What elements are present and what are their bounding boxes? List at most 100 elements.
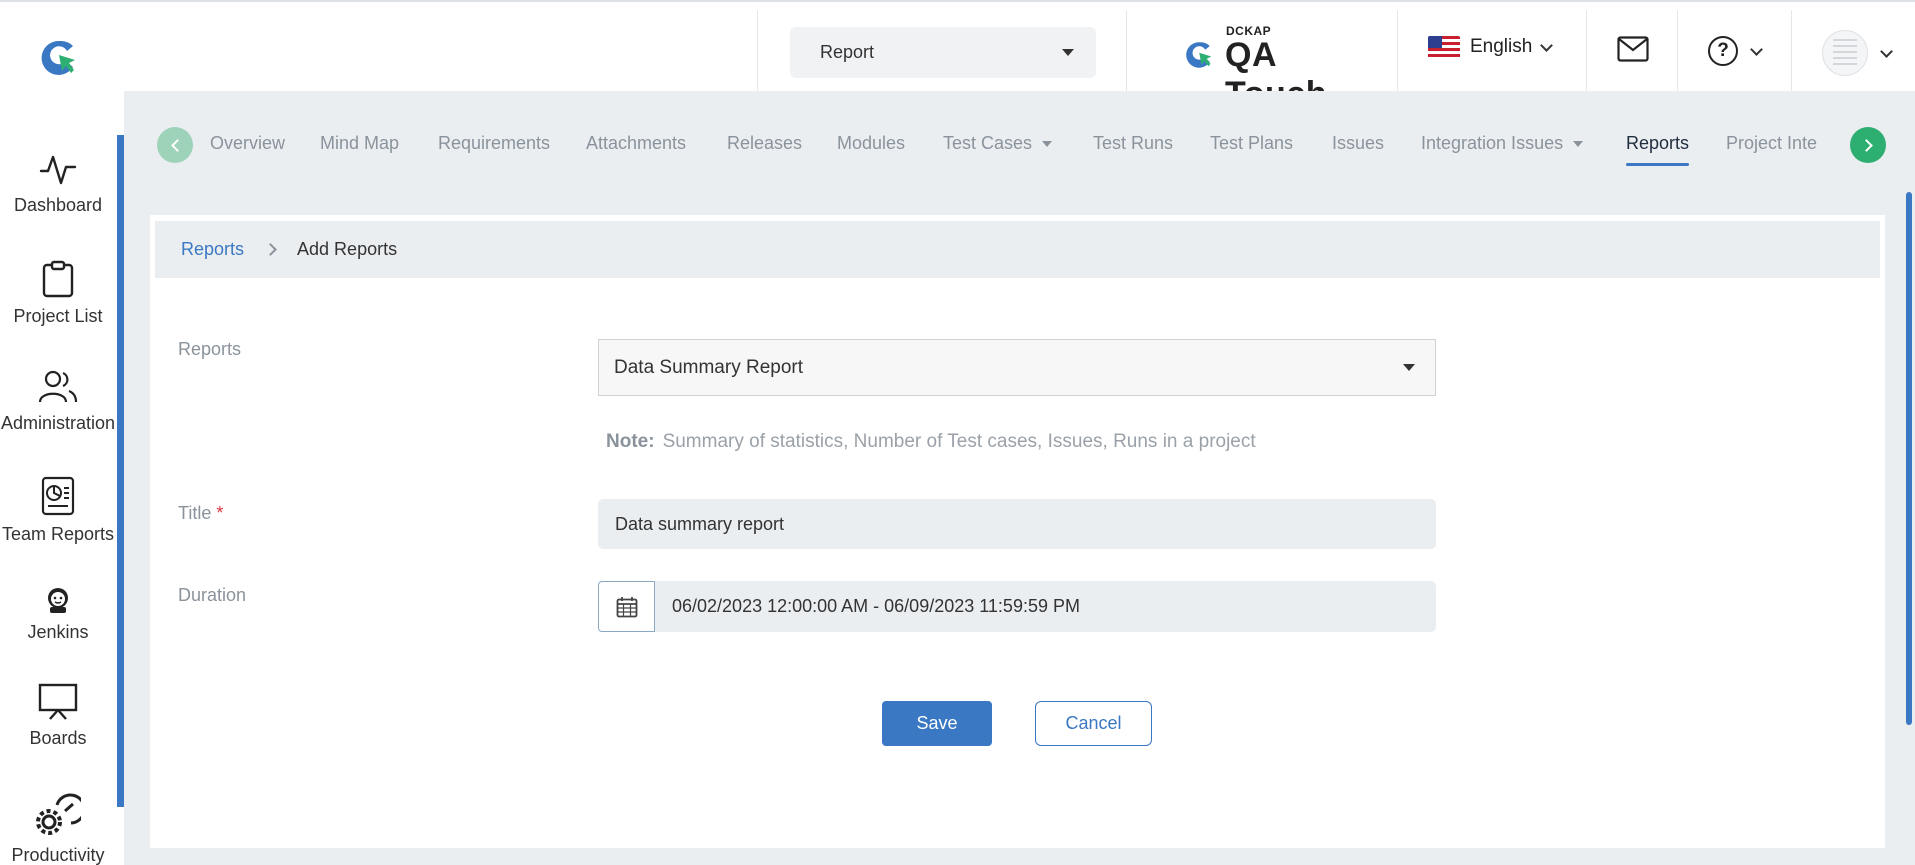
sidebar-item-administration[interactable]: Administration — [0, 369, 116, 434]
jenkins-icon — [48, 588, 68, 613]
caret-down-icon — [1042, 140, 1053, 147]
duration-input[interactable] — [655, 581, 1436, 632]
title-label: Title * — [178, 503, 223, 524]
qatouch-brand-icon — [1186, 42, 1212, 68]
user-menu[interactable] — [1822, 30, 1893, 76]
mail-icon[interactable] — [1617, 36, 1649, 67]
language-selector[interactable]: English — [1428, 36, 1554, 58]
project-tabs: Overview Mind Map Requirements Attachmen… — [124, 121, 1915, 181]
tab-label: Test Runs — [1093, 133, 1174, 153]
tab-integration-issues[interactable]: Integration Issues — [1421, 133, 1584, 154]
tab-label: Test Plans — [1210, 133, 1294, 153]
chevron-right-icon — [264, 243, 277, 256]
tab-test-plans[interactable]: Test Plans — [1210, 133, 1293, 154]
duration-picker — [598, 581, 1436, 632]
save-button[interactable]: Save — [882, 701, 992, 746]
report-type-value: Data Summary Report — [614, 356, 804, 378]
sidebar-item-label: Boards — [29, 728, 87, 748]
calendar-icon — [616, 596, 637, 617]
tab-reports[interactable]: Reports — [1626, 133, 1690, 166]
sidebar-item-productivity[interactable]: Productivity — [0, 791, 116, 865]
sidebar-item-label: Jenkins — [27, 622, 89, 642]
help-icon: ? — [1708, 36, 1738, 66]
tab-attachments[interactable]: Attachments — [586, 133, 686, 154]
reports-label: Reports — [178, 339, 242, 359]
report-note: Note: Summary of statistics, Number of Te… — [606, 431, 1256, 453]
tabs-prev-button[interactable] — [157, 127, 193, 163]
tab-mind-map[interactable]: Mind Map — [320, 133, 399, 154]
sidebar-item-dashboard[interactable]: Dashboard — [0, 153, 116, 216]
tab-overview[interactable]: Overview — [210, 133, 285, 154]
tab-label: Overview — [210, 133, 286, 153]
tab-label: Releases — [727, 133, 803, 153]
breadcrumb-current: Add Reports — [297, 239, 398, 259]
report-icon — [41, 476, 75, 516]
breadcrumb: Reports Add Reports — [155, 221, 1880, 278]
sidebar-item-label: Team Reports — [1, 524, 115, 544]
tab-label: Attachments — [586, 133, 687, 153]
avatar-icon — [1822, 30, 1868, 76]
flag-us-icon — [1428, 36, 1460, 58]
tab-requirements[interactable]: Requirements — [438, 133, 550, 154]
tab-label: Requirements — [438, 133, 551, 153]
chevron-down-icon — [1540, 38, 1554, 52]
tab-project-integrations[interactable]: Project Inte — [1726, 133, 1817, 154]
tab-test-runs[interactable]: Test Runs — [1093, 133, 1173, 154]
caret-down-icon — [1403, 364, 1415, 371]
sidebar: Dashboard Project List Administration Te… — [0, 91, 124, 865]
caret-down-icon — [1573, 140, 1584, 147]
caret-down-icon — [1062, 49, 1074, 56]
add-report-card: Reports Add Reports Reports Data Summary… — [150, 215, 1885, 848]
tab-issues[interactable]: Issues — [1332, 133, 1384, 154]
sidebar-item-project-list[interactable]: Project List — [0, 260, 116, 327]
divider — [1791, 10, 1792, 93]
tab-test-cases[interactable]: Test Cases — [943, 133, 1053, 154]
top-bar: Report DCKAP QA Touch English ? — [0, 0, 1915, 113]
chevron-down-icon — [1750, 42, 1763, 56]
divider — [1397, 10, 1398, 93]
report-type-select[interactable]: Data Summary Report — [598, 339, 1436, 396]
sidebar-item-label: Project List — [13, 306, 103, 326]
module-select[interactable]: Report — [790, 27, 1096, 78]
tab-modules[interactable]: Modules — [837, 133, 905, 154]
qatouch-logo-icon[interactable] — [40, 38, 80, 78]
divider — [1677, 10, 1678, 93]
duration-label: Duration — [178, 585, 247, 605]
module-select-value: Report — [820, 42, 875, 62]
note-text: Summary of statistics, Number of Test ca… — [662, 431, 1256, 452]
tabs-next-button[interactable] — [1850, 127, 1886, 163]
sidebar-item-team-reports[interactable]: Team Reports — [0, 476, 116, 545]
clipboard-icon — [42, 260, 74, 298]
required-mark: * — [216, 503, 224, 523]
tab-label: Test Cases — [943, 133, 1033, 153]
title-input[interactable] — [598, 499, 1436, 549]
sidebar-item-label: Administration — [0, 413, 116, 433]
sidebar-scroll-indicator — [117, 135, 124, 807]
divider — [757, 10, 758, 93]
note-label: Note: — [606, 431, 655, 452]
sidebar-item-boards[interactable]: Boards — [0, 682, 116, 749]
help-menu[interactable]: ? — [1708, 36, 1763, 66]
divider — [1586, 10, 1587, 93]
breadcrumb-reports-link[interactable]: Reports — [181, 239, 244, 260]
main-content: Overview Mind Map Requirements Attachmen… — [124, 91, 1915, 865]
tab-label: Issues — [1332, 133, 1385, 153]
chevron-left-icon — [170, 138, 184, 152]
presentation-board-icon — [38, 683, 78, 720]
sidebar-item-label: Dashboard — [13, 195, 103, 215]
calendar-button[interactable] — [598, 581, 655, 632]
sidebar-item-jenkins[interactable]: Jenkins — [0, 586, 116, 643]
tab-label: Integration Issues — [1421, 133, 1564, 153]
users-icon — [38, 370, 78, 403]
divider — [1126, 10, 1127, 93]
gear-gauge-icon — [36, 793, 81, 835]
sidebar-item-label: Productivity — [11, 845, 105, 865]
tab-releases[interactable]: Releases — [727, 133, 802, 154]
tab-label: Modules — [837, 133, 906, 153]
page-scrollbar[interactable] — [1906, 192, 1912, 725]
cancel-button[interactable]: Cancel — [1035, 701, 1152, 746]
brand-logo: DCKAP QA Touch — [1185, 24, 1370, 113]
chevron-right-icon — [1859, 138, 1873, 152]
activity-icon — [39, 155, 77, 185]
chevron-down-icon — [1880, 44, 1893, 58]
